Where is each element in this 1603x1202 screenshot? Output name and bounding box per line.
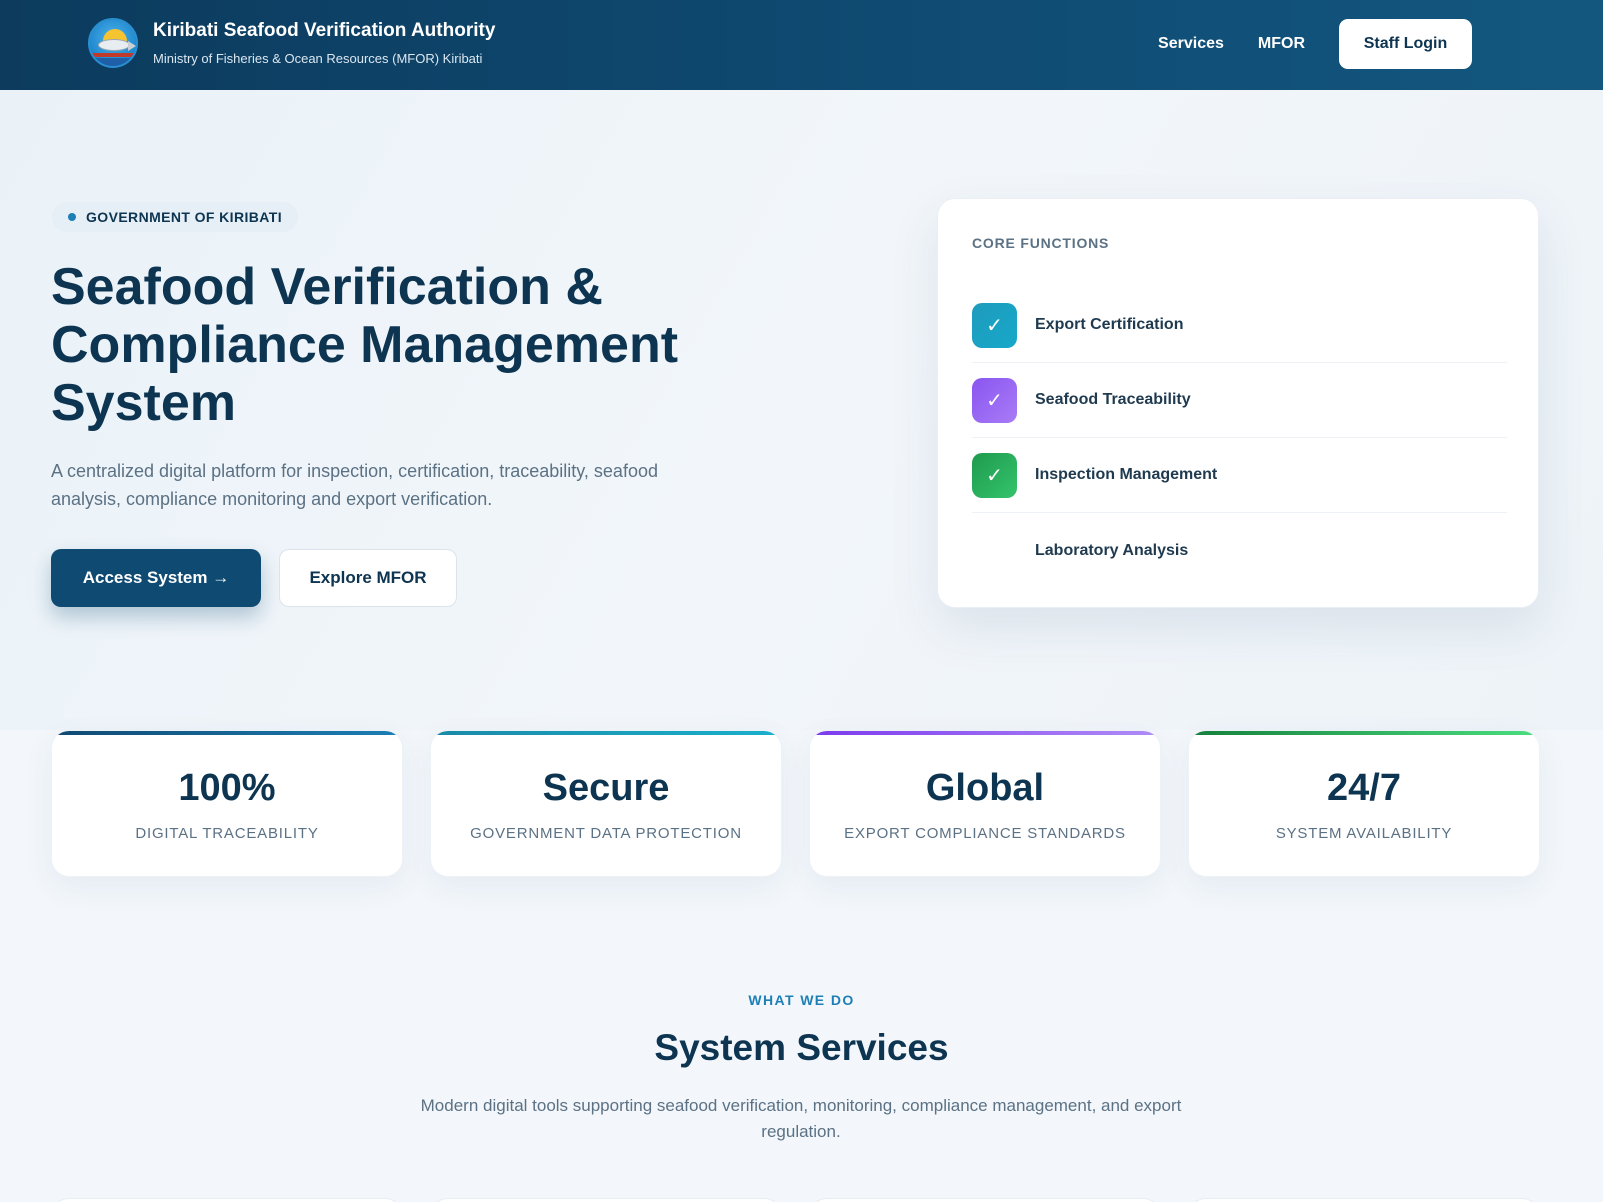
service-card <box>51 1198 403 1202</box>
stat-label: GOVERNMENT DATA PROTECTION <box>470 825 742 842</box>
brand[interactable]: Kiribati Seafood Verification Authority … <box>88 18 495 68</box>
stat-value: 24/7 <box>1327 767 1401 809</box>
core-item-export-certification: ✓ Export Certification <box>972 288 1507 363</box>
service-card <box>1188 1198 1540 1202</box>
badge-dot-icon <box>68 213 76 221</box>
section-title: System Services <box>654 1027 949 1068</box>
stat-label: EXPORT COMPLIANCE STANDARDS <box>844 825 1126 842</box>
stat-card-traceability: 100% DIGITAL TRACEABILITY <box>51 730 403 877</box>
stat-accent-bar <box>52 731 402 735</box>
hero-title-line-2: Compliance Management <box>51 316 679 374</box>
stat-card-global: Global EXPORT COMPLIANCE STANDARDS <box>809 730 1161 877</box>
core-functions-list: ✓ Export Certification ✓ Seafood Traceab… <box>972 288 1507 588</box>
hero-title: Seafood Verification & Compliance Manage… <box>51 258 831 432</box>
core-item-label: Seafood Traceability <box>1035 391 1191 408</box>
main-nav: Services MFOR Staff Login <box>1158 19 1472 69</box>
core-functions-label: CORE FUNCTIONS <box>972 235 1110 251</box>
core-item-inspection-management: ✓ Inspection Management <box>972 438 1507 513</box>
hero-section: GOVERNMENT OF KIRIBATI Seafood Verificat… <box>0 90 1603 730</box>
check-icon: ✓ <box>972 302 1017 348</box>
check-icon: ✓ <box>972 377 1017 423</box>
access-system-button[interactable]: Access System → <box>51 549 261 607</box>
site-title: Kiribati Seafood Verification Authority <box>153 20 496 41</box>
stat-value: 100% <box>178 767 276 809</box>
stat-value: Secure <box>542 767 670 809</box>
staff-login-button[interactable]: Staff Login <box>1339 19 1472 69</box>
hero-description: A centralized digital platform for inspe… <box>51 461 658 509</box>
service-card <box>430 1198 782 1202</box>
stat-card-security: Secure GOVERNMENT DATA PROTECTION <box>430 730 782 877</box>
stat-card-availability: 24/7 SYSTEM AVAILABILITY <box>1188 730 1540 877</box>
hero-title-line-3: System <box>51 374 236 432</box>
core-item-label: Export Certification <box>1035 316 1184 333</box>
site-subtitle: Ministry of Fisheries & Ocean Resources … <box>153 51 483 66</box>
nav-link-mfor[interactable]: MFOR <box>1258 35 1305 53</box>
stat-accent-bar <box>1189 731 1539 735</box>
section-description: Modern digital tools supporting seafood … <box>420 1096 1182 1141</box>
top-navigation-bar: Kiribati Seafood Verification Authority … <box>0 0 1603 90</box>
explore-mfor-button[interactable]: Explore MFOR <box>279 549 457 607</box>
check-icon: ✓ <box>972 452 1017 498</box>
core-functions-card: CORE FUNCTIONS ✓ Export Certification ✓ … <box>937 198 1539 608</box>
core-item-label: Inspection Management <box>1035 466 1218 483</box>
stat-label: SYSTEM AVAILABILITY <box>1275 825 1453 842</box>
section-eyebrow: WHAT WE DO <box>748 992 855 1008</box>
core-item-label: Laboratory Analysis <box>1035 541 1189 559</box>
stat-label: DIGITAL TRACEABILITY <box>135 825 319 842</box>
hero-title-line-1: Seafood Verification & <box>51 258 603 316</box>
stat-value: Global <box>925 767 1045 809</box>
kiribati-seal-icon <box>88 18 138 68</box>
badge-label: GOVERNMENT OF KIRIBATI <box>86 209 282 225</box>
nav-link-services[interactable]: Services <box>1158 35 1224 53</box>
core-item-laboratory-analysis: Laboratory Analysis <box>972 513 1507 588</box>
government-badge: GOVERNMENT OF KIRIBATI <box>52 202 298 232</box>
core-item-seafood-traceability: ✓ Seafood Traceability <box>972 363 1507 438</box>
stat-accent-bar <box>431 731 781 735</box>
missing-icon-placeholder <box>972 528 1017 573</box>
service-card <box>809 1198 1161 1202</box>
stat-accent-bar <box>810 731 1160 735</box>
brand-text: Kiribati Seafood Verification Authority … <box>153 20 495 66</box>
